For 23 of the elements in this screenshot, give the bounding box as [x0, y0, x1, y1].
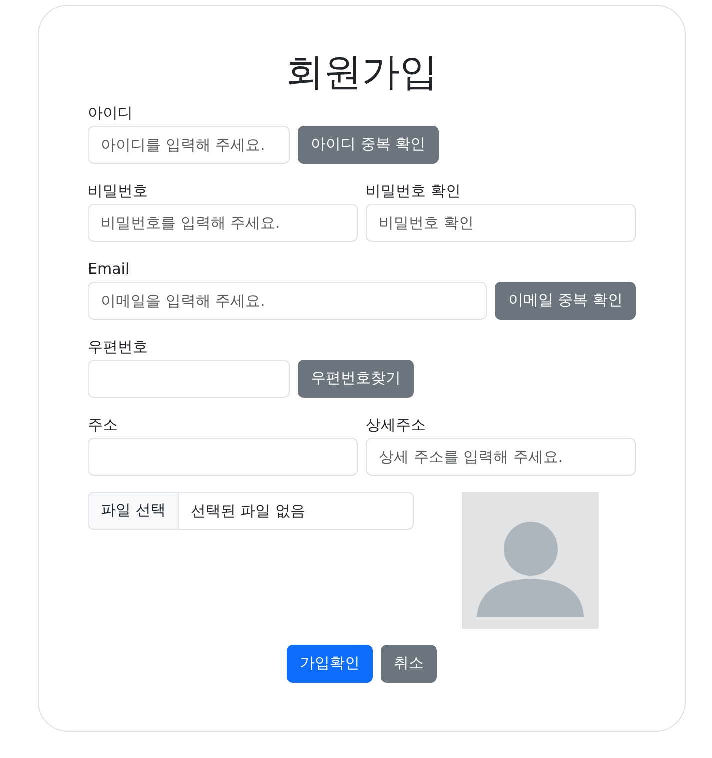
- field-label: Email: [88, 258, 131, 280]
- input-field[interactable]: 상세 주소를 입력해 주세요.: [366, 438, 636, 476]
- check-button[interactable]: 우편번호찾기: [298, 360, 414, 398]
- file-status-text: 선택된 파일 없음: [190, 500, 306, 522]
- field-label: 주소: [88, 414, 119, 436]
- cancel-button[interactable]: 취소: [381, 644, 437, 683]
- field-label: 비밀번호: [88, 180, 149, 202]
- field-label: 비밀번호 확인: [366, 180, 462, 202]
- file-select-button[interactable]: 파일 선택: [89, 492, 179, 529]
- field-label: 상세주소: [366, 414, 427, 436]
- input-field[interactable]: [88, 438, 358, 476]
- input-field[interactable]: 이메일을 입력해 주세요.: [88, 282, 488, 320]
- input-field[interactable]: 비밀번호를 입력해 주세요.: [88, 204, 358, 242]
- submit-button[interactable]: 가입확인: [287, 644, 373, 683]
- field-label: 우편번호: [88, 336, 149, 358]
- input-field[interactable]: 비밀번호 확인: [366, 204, 636, 242]
- check-button[interactable]: 이메일 중복 확인: [495, 282, 636, 320]
- input-field[interactable]: [88, 360, 290, 398]
- input-field[interactable]: 아이디를 입력해 주세요.: [88, 126, 290, 164]
- field-label: 아이디: [88, 102, 134, 124]
- page-title: 회원가입: [285, 50, 439, 96]
- file-input[interactable]: 파일 선택 선택된 파일 없음: [88, 492, 414, 530]
- check-button[interactable]: 아이디 중복 확인: [298, 126, 439, 164]
